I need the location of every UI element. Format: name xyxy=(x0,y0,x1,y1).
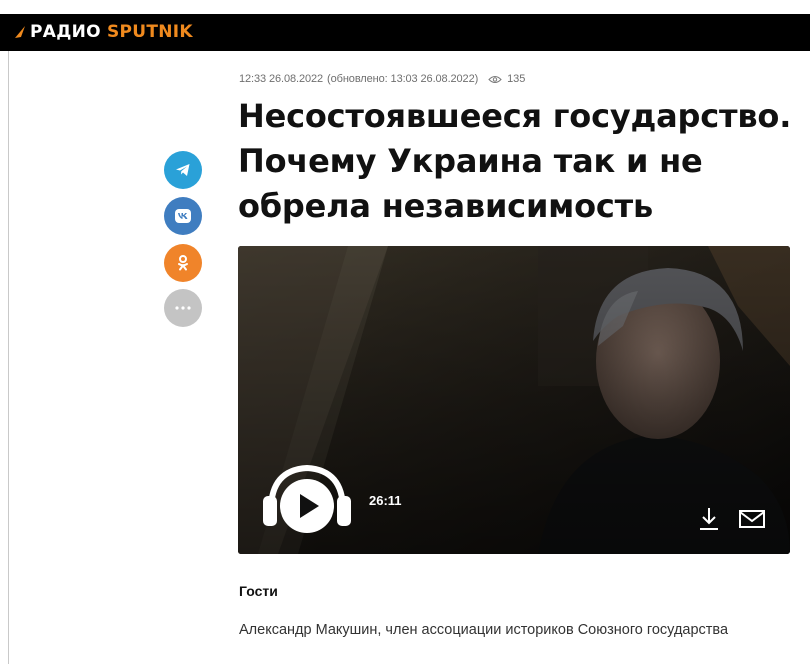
eye-icon xyxy=(488,75,502,83)
audio-duration: 26:11 xyxy=(369,493,402,508)
more-icon xyxy=(175,306,191,310)
audio-player: 26:11 xyxy=(238,246,790,554)
page-border xyxy=(8,50,9,664)
logo-radio-text: РАДИО xyxy=(30,22,101,42)
article-title: Несостоявшееся государство. Почему Украи… xyxy=(238,97,792,225)
logo-sputnik-text: SPUTNIK xyxy=(106,22,193,42)
published-time: 12:33 26.08.2022 xyxy=(239,73,324,85)
guests-heading: Гости xyxy=(239,583,278,599)
share-odnoklassniki-button[interactable] xyxy=(164,244,202,282)
views-counter: 135 xyxy=(488,73,525,85)
vk-icon xyxy=(175,209,191,223)
share-telegram-button[interactable] xyxy=(164,151,202,189)
updated-time: (обновлено: 13:03 26.08.2022) xyxy=(327,73,479,85)
article-meta: 12:33 26.08.2022 (обновлено: 13:03 26.08… xyxy=(239,73,525,85)
share-vk-button[interactable] xyxy=(164,197,202,235)
telegram-icon xyxy=(176,164,190,176)
mail-icon[interactable] xyxy=(738,508,766,530)
site-header: РАДИО SPUTNIK xyxy=(0,14,810,51)
sputnik-arrow-icon xyxy=(15,26,25,38)
share-more-button[interactable] xyxy=(164,289,202,327)
site-logo[interactable]: РАДИО SPUTNIK xyxy=(14,22,193,42)
download-icon[interactable] xyxy=(696,504,722,532)
guest-item: Александр Макушин, член ассоциации истор… xyxy=(239,622,729,638)
odnoklassniki-icon xyxy=(178,255,188,271)
views-count: 135 xyxy=(507,73,526,85)
play-headphones-icon[interactable] xyxy=(261,460,353,538)
